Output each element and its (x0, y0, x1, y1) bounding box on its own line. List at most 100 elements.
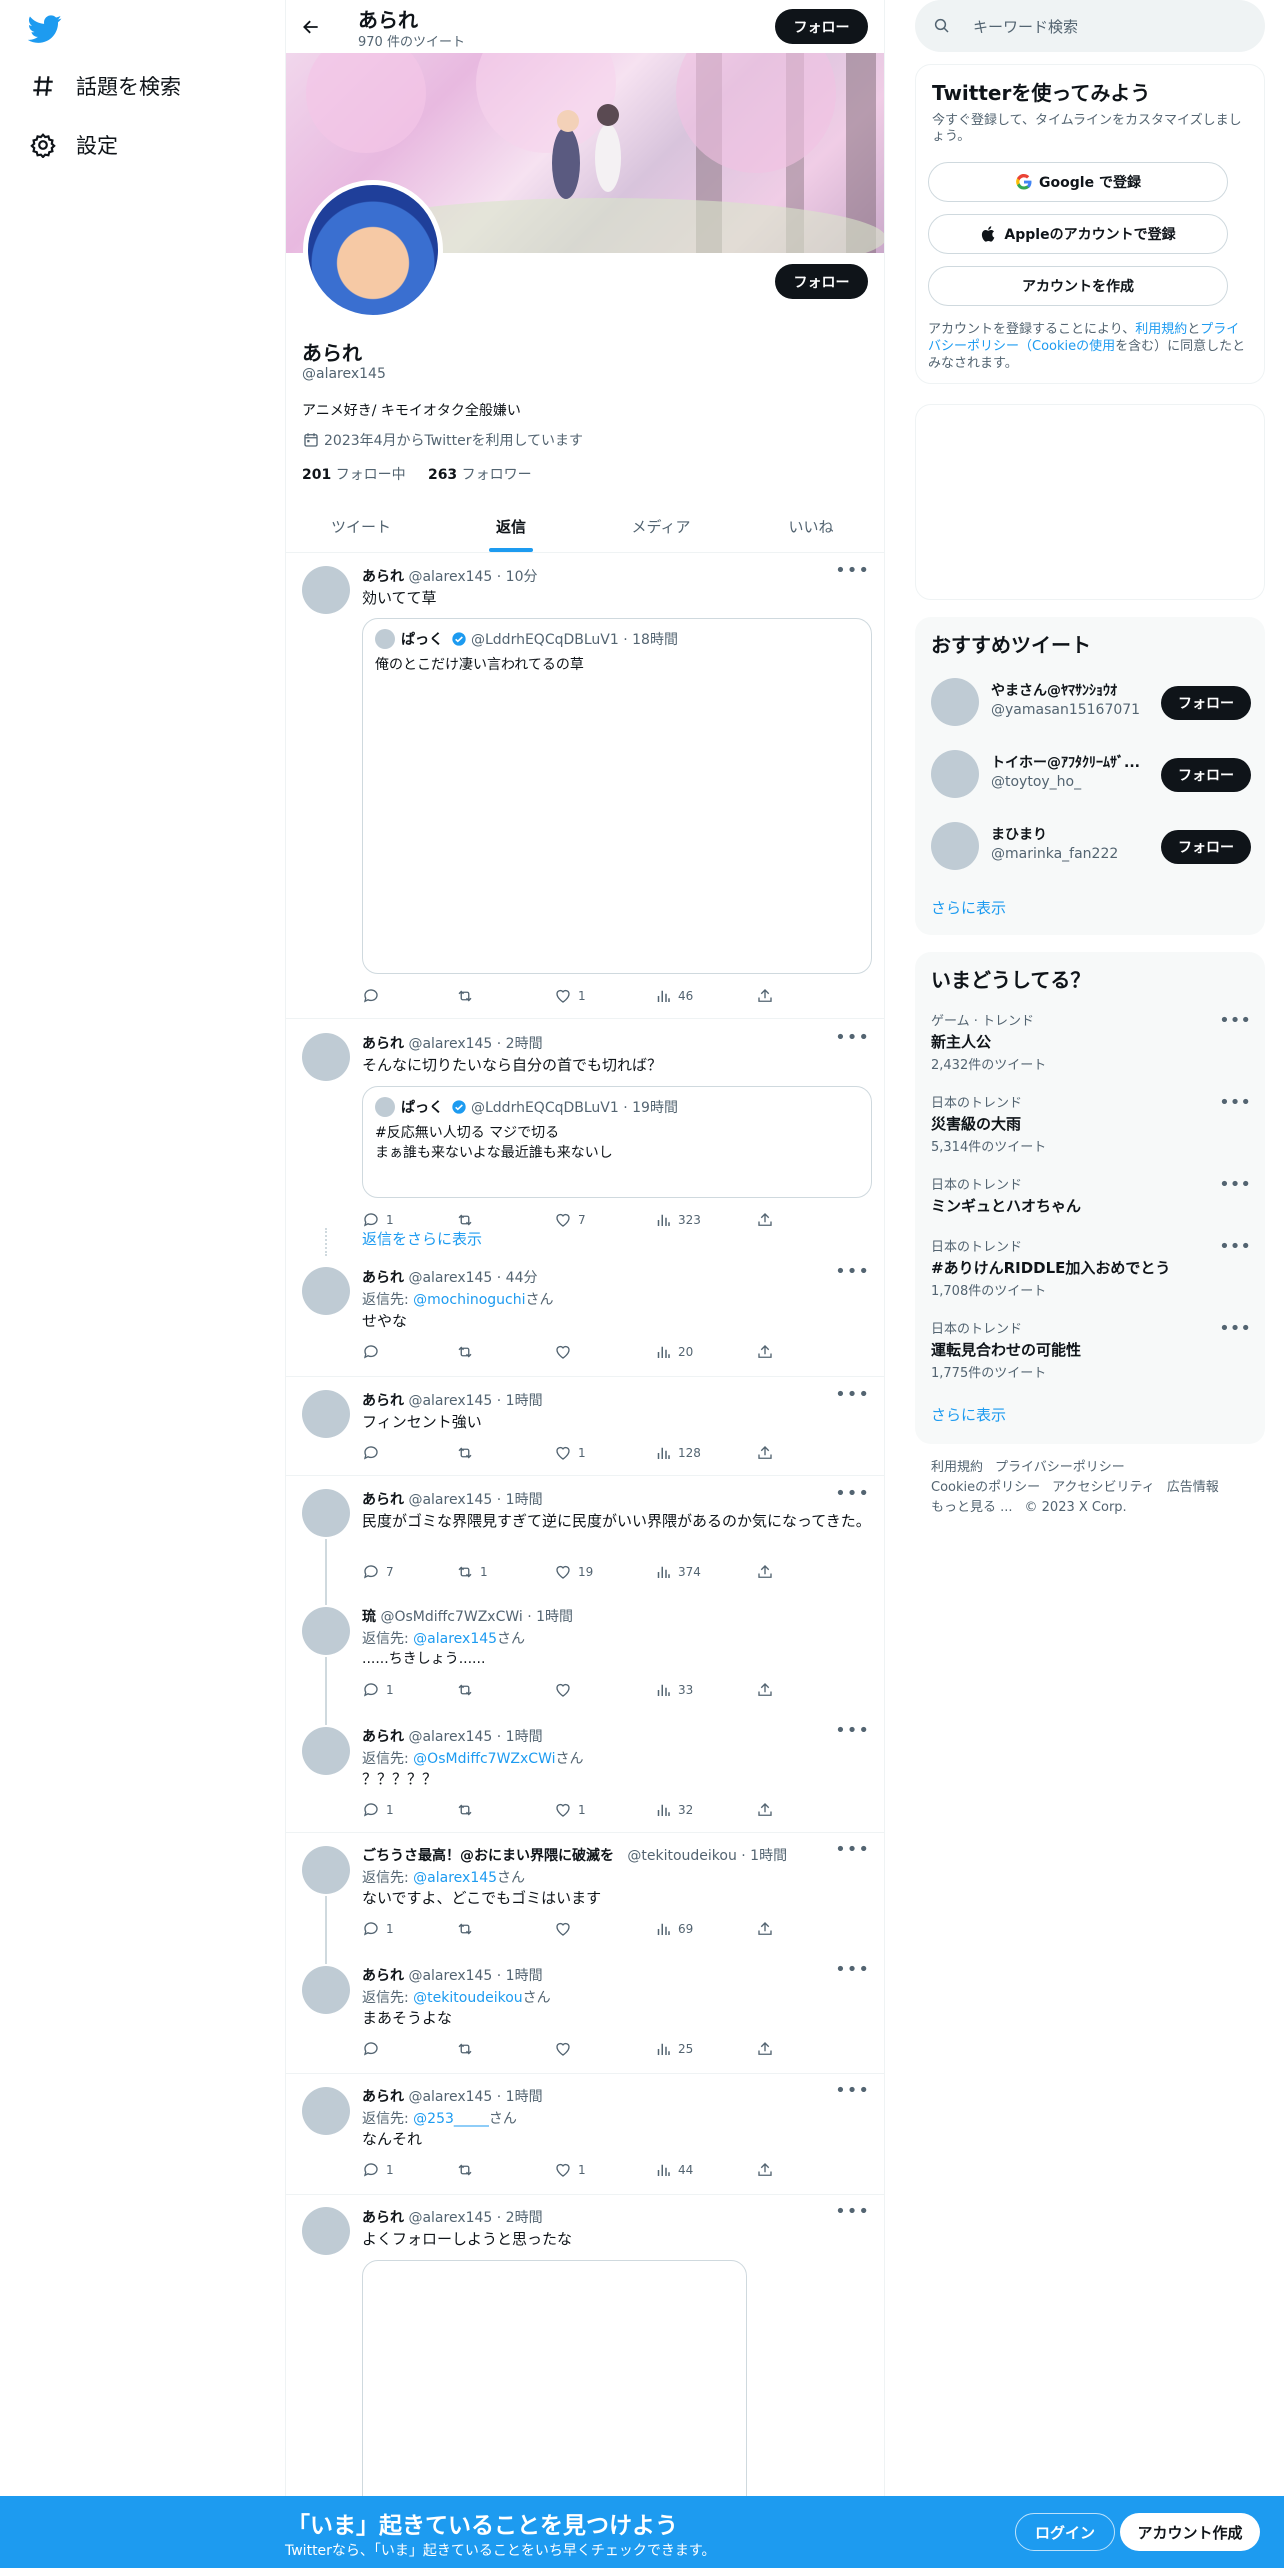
follow-button[interactable]: フォロー (1161, 686, 1251, 720)
footer-terms-link[interactable]: 利用規約 (931, 1460, 983, 1475)
reply-button[interactable]: 1 (362, 1681, 394, 1699)
more-icon[interactable]: ••• (835, 1839, 870, 1860)
views-button[interactable]: 374 (654, 1563, 701, 1581)
create-account-button[interactable]: アカウントを作成 (928, 266, 1228, 306)
recommended-user[interactable]: まひまり @marinka_fan222 フォロー (931, 816, 1251, 876)
tweet-author[interactable]: あられ (362, 1968, 404, 1984)
tweet-author[interactable]: 琉 (362, 1609, 376, 1625)
avatar[interactable] (302, 1267, 350, 1315)
reply-button[interactable] (362, 1444, 386, 1462)
share-button[interactable] (756, 1563, 780, 1581)
footer-more-link[interactable]: もっと見る ... (931, 1500, 1013, 1515)
tweet-author[interactable]: あられ (362, 1270, 404, 1286)
tweet-1[interactable]: あられ @alarex145 · 2時間 ••• そんなに切りたいなら自分の首で… (286, 1020, 884, 1240)
avatar[interactable] (302, 1033, 350, 1081)
reply-button[interactable]: 1 (362, 1920, 394, 1938)
avatar[interactable] (302, 1390, 350, 1438)
reply-button[interactable]: 1 (362, 1211, 394, 1229)
reply-button[interactable] (362, 1343, 386, 1361)
retweet-button[interactable] (456, 2040, 480, 2058)
more-icon[interactable]: ••• (1219, 1318, 1251, 1339)
share-button[interactable] (756, 2161, 780, 2179)
terms-of-service-link[interactable]: 利用規約 (1135, 322, 1187, 337)
more-icon[interactable]: ••• (835, 2201, 870, 2222)
more-icon[interactable]: ••• (835, 1261, 870, 1282)
views-button[interactable]: 323 (654, 1211, 701, 1229)
views-button[interactable]: 69 (654, 1920, 693, 1938)
reply-mention-link[interactable]: @OsMdiffc7WZxCWi (413, 1751, 555, 1767)
views-button[interactable]: 128 (654, 1444, 701, 1462)
tweet-10[interactable]: あられ @alarex145 · 1時間 ••• 返信先: @253_____さ… (286, 2075, 884, 2195)
more-icon[interactable]: ••• (835, 1483, 870, 1504)
more-icon[interactable]: ••• (835, 1027, 870, 1048)
like-button[interactable]: 1 (554, 1444, 586, 1462)
views-button[interactable]: 33 (654, 1681, 693, 1699)
more-icon[interactable]: ••• (1219, 1236, 1251, 1257)
more-icon[interactable]: ••• (1219, 1174, 1251, 1195)
tab-media[interactable]: メディア (586, 500, 736, 552)
views-button[interactable]: 32 (654, 1801, 693, 1819)
like-button[interactable] (554, 2040, 578, 2058)
follow-button[interactable]: フォロー (1161, 830, 1251, 864)
share-button[interactable] (756, 2040, 780, 2058)
like-button[interactable] (554, 1343, 578, 1361)
footer-ads-link[interactable]: 広告情報 (1167, 1480, 1219, 1495)
share-button[interactable] (756, 1920, 780, 1938)
login-button[interactable]: ログイン (1015, 2513, 1115, 2551)
avatar[interactable] (302, 566, 350, 614)
tweet-author[interactable]: あられ (362, 2210, 404, 2226)
tweet-0[interactable]: あられ @alarex145 · 10分 ••• 効いてて草 ぱっく @Lddr… (286, 554, 884, 1019)
tweet-author[interactable]: ごちうさ最高！@おにまい界隈に破滅を (362, 1848, 614, 1864)
header-follow-button[interactable]: フォロー (775, 9, 868, 44)
avatar[interactable] (302, 1607, 350, 1655)
reply-button[interactable]: 1 (362, 2161, 394, 2179)
twitter-logo-icon[interactable] (28, 12, 62, 46)
trend-item[interactable]: 日本のトレンド 運転見合わせの可能性 1,775件のツイート ••• (931, 1318, 1251, 1381)
tweet-author[interactable]: あられ (362, 1393, 404, 1409)
recommended-show-more-link[interactable]: さらに表示 (931, 897, 1006, 918)
followers-link[interactable]: 263 フォロワー (428, 467, 532, 483)
avatar[interactable] (302, 1846, 350, 1894)
reply-mention-link[interactable]: @253_____ (413, 2111, 489, 2127)
trend-item[interactable]: 日本のトレンド #ありけんRIDDLE加入おめでとう 1,708件のツイート •… (931, 1236, 1251, 1299)
signup-button[interactable]: アカウント作成 (1120, 2513, 1260, 2551)
share-button[interactable] (756, 1801, 780, 1819)
like-button[interactable]: 1 (554, 2161, 586, 2179)
recommended-user[interactable]: トイホー@ｱﾌﾀｸﾘｰﾑｻﾞ... @toytoy_ho_ フォロー (931, 744, 1251, 804)
more-icon[interactable]: ••• (835, 560, 870, 581)
following-link[interactable]: 201 フォロー中 (302, 467, 406, 483)
share-button[interactable] (756, 1681, 780, 1699)
trends-show-more-link[interactable]: さらに表示 (931, 1404, 1006, 1425)
retweet-button[interactable] (456, 1343, 480, 1361)
share-button[interactable] (756, 1211, 780, 1229)
tweet-6[interactable]: 琉 @OsMdiffc7WZxCWi · 1時間 返信先: @alarex145… (286, 1595, 884, 1715)
google-signup-button[interactable]: Google で登録 (928, 162, 1228, 202)
avatar[interactable] (302, 2087, 350, 2135)
like-button[interactable]: 1 (554, 1801, 586, 1819)
more-icon[interactable]: ••• (835, 2080, 870, 2101)
retweet-button[interactable] (456, 1681, 480, 1699)
reply-mention-link[interactable]: @tekitoudeikou (413, 1990, 522, 2006)
retweet-button[interactable] (456, 2161, 480, 2179)
tweet-7[interactable]: あられ @alarex145 · 1時間 ••• 返信先: @OsMdiffc7… (286, 1715, 884, 1833)
tweet-author[interactable]: あられ (362, 2089, 404, 2105)
show-more-replies-link[interactable]: 返信をさらに表示 (362, 1228, 482, 1249)
avatar[interactable] (302, 1966, 350, 2014)
avatar[interactable] (931, 750, 979, 798)
profile-avatar[interactable] (303, 180, 443, 320)
views-button[interactable]: 44 (654, 2161, 693, 2179)
tab-replies[interactable]: 返信 (436, 500, 586, 552)
more-icon[interactable]: ••• (1219, 1010, 1251, 1031)
nav-settings[interactable]: 設定 (30, 125, 118, 165)
share-button[interactable] (756, 1343, 780, 1361)
more-icon[interactable]: ••• (1219, 1092, 1251, 1113)
like-button[interactable]: 19 (554, 1563, 593, 1581)
reply-mention-link[interactable]: @alarex145 (413, 1870, 497, 1886)
nav-explore[interactable]: 話題を検索 (30, 66, 181, 106)
like-button[interactable] (554, 1920, 578, 1938)
avatar[interactable] (302, 1489, 350, 1537)
apple-signup-button[interactable]: Appleのアカウントで登録 (928, 214, 1228, 254)
views-button[interactable]: 46 (654, 987, 693, 1005)
tweet-author[interactable]: あられ (362, 1729, 404, 1745)
tweet-author[interactable]: あられ (362, 1036, 404, 1052)
